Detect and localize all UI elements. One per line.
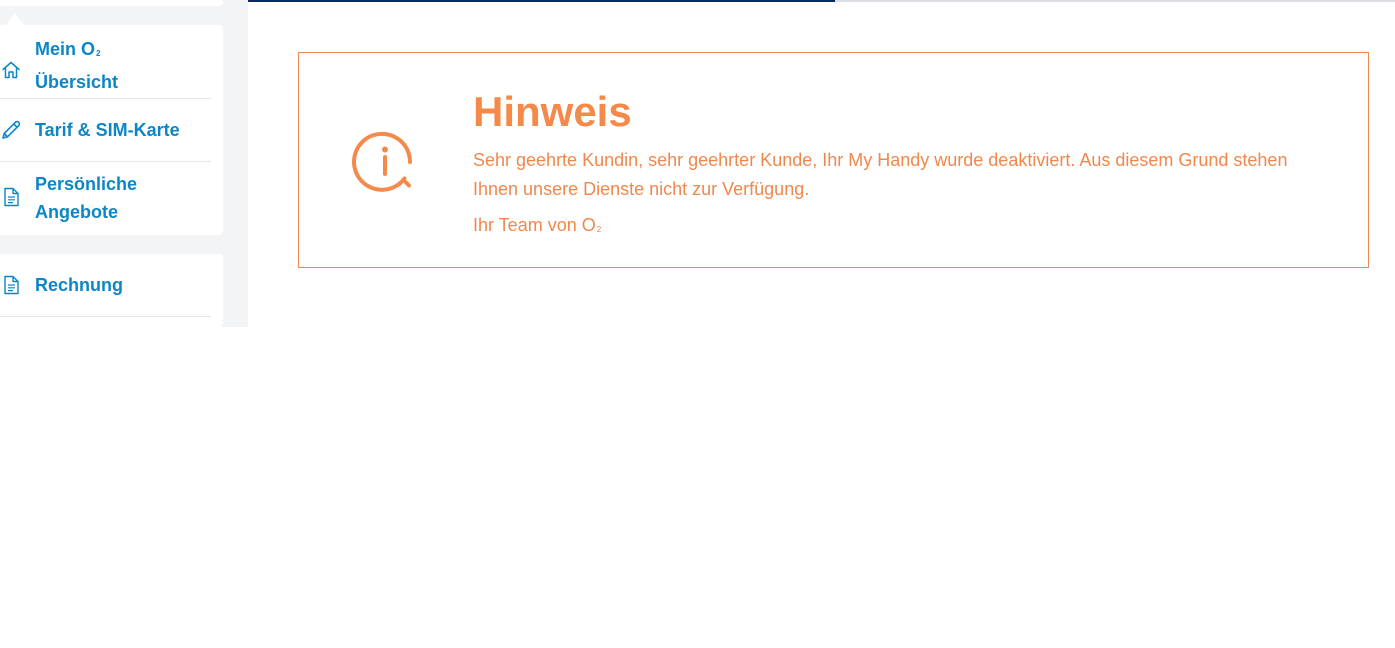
document-icon — [0, 274, 22, 296]
info-icon — [352, 129, 418, 195]
nav-divider — [0, 316, 211, 317]
sidebar-item-label: Rechnung — [35, 275, 123, 295]
sidebar-item-label: Persönliche Angebote — [35, 170, 137, 226]
home-icon — [0, 59, 22, 81]
notice-signature: Ihr Team von O2 — [473, 211, 601, 244]
pencil-icon — [0, 119, 22, 141]
page: Mein O2 Übersicht Tarif & SIM-Karte Pers… — [0, 0, 1395, 648]
signature-text: Ihr Team von O — [473, 215, 596, 235]
label-line-2: Übersicht — [35, 72, 119, 92]
sidebar-item-label: Mein O2 Übersicht — [35, 35, 118, 96]
progress-bar — [248, 0, 1395, 2]
label-line-1: Persönliche — [35, 174, 138, 194]
sidebar-item-mein-o2-uebersicht[interactable]: Mein O2 Übersicht — [0, 35, 211, 97]
sidebar-card-main: Mein O2 Übersicht Tarif & SIM-Karte Pers… — [0, 25, 223, 235]
sidebar-card-billing: Rechnung — [0, 254, 223, 327]
sidebar: Mein O2 Übersicht Tarif & SIM-Karte Pers… — [0, 0, 248, 327]
sidebar-item-tarif-sim-karte[interactable]: Tarif & SIM-Karte — [0, 99, 211, 161]
sidebar-item-label: Tarif & SIM-Karte — [35, 120, 180, 140]
o2-subscript: 2 — [96, 49, 101, 58]
label-line-1: Mein O — [35, 39, 96, 59]
label-line-2: Angebote — [35, 202, 118, 222]
o2-subscript: 2 — [596, 225, 602, 234]
sidebar-item-rechnung[interactable]: Rechnung — [0, 254, 211, 316]
sidebar-caret — [6, 13, 24, 25]
sidebar-top-cap — [0, 0, 223, 6]
document-icon — [0, 186, 22, 208]
notice-box: Hinweis Sehr geehrte Kundin, sehr geehrt… — [298, 52, 1369, 268]
notice-title: Hinweis — [473, 88, 632, 135]
notice-message: Sehr geehrte Kundin, sehr geehrter Kunde… — [473, 150, 1288, 199]
progress-fill — [248, 0, 836, 2]
sidebar-item-persoenliche-angebote[interactable]: Persönliche Angebote — [0, 162, 211, 234]
